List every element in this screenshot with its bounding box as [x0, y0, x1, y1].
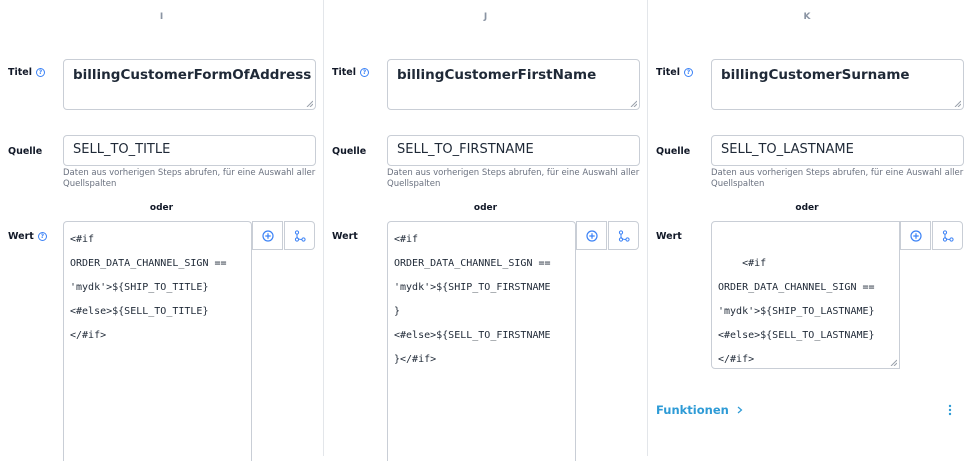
column-i: I Titel ? billingCustomerFormOfAddress Q…: [0, 0, 323, 461]
column-header: K: [803, 12, 811, 22]
source-label: Quelle: [332, 146, 367, 157]
info-circle-icon[interactable]: ?: [35, 68, 45, 77]
title-textarea[interactable]: billingCustomerFirstName: [387, 59, 640, 110]
info-circle-icon[interactable]: ?: [683, 68, 693, 77]
mapping-button[interactable]: [284, 221, 315, 250]
caret-right-icon: [737, 406, 743, 414]
source-value: SELL_TO_LASTNAME: [721, 142, 854, 157]
tree-branch-icon: [942, 229, 954, 242]
resize-handle-icon[interactable]: [306, 100, 313, 107]
plus-circle-icon: [909, 229, 922, 242]
or-divider: oder: [473, 203, 498, 213]
title-label: Titel: [656, 67, 680, 78]
title-label-row: Titel ?: [332, 67, 369, 78]
title-textarea[interactable]: billingCustomerFormOfAddress: [63, 59, 316, 110]
mapping-button[interactable]: [608, 221, 639, 250]
column-header: J: [483, 12, 488, 22]
title-value: billingCustomerFormOfAddress: [73, 67, 312, 83]
or-divider: oder: [795, 203, 819, 213]
info-circle-icon[interactable]: ?: [37, 232, 47, 241]
title-value: billingCustomerSurname: [721, 67, 910, 83]
plus-circle-icon: [585, 229, 598, 242]
resize-handle-icon[interactable]: [954, 100, 961, 107]
source-input[interactable]: SELL_TO_FIRSTNAME: [387, 135, 640, 166]
functions-toggle[interactable]: Funktionen: [656, 403, 743, 417]
tree-branch-icon: [618, 229, 630, 242]
column-j: J Titel ? billingCustomerFirstName Quell…: [324, 0, 647, 461]
title-label: Titel: [332, 67, 356, 78]
value-label-row: Wert ?: [8, 231, 47, 242]
column-k: K Titel ? billingCustomerSurname Quelle …: [648, 0, 966, 456]
mapping-button[interactable]: [932, 221, 963, 250]
source-value: SELL_TO_TITLE: [73, 142, 171, 157]
title-textarea[interactable]: billingCustomerSurname: [711, 59, 964, 110]
source-label-row: Quelle: [8, 146, 42, 157]
or-divider: oder: [149, 203, 174, 213]
source-hint: Daten aus vorherigen Steps abrufen, für …: [711, 168, 964, 189]
value-label-row: Wert: [656, 231, 682, 242]
value-code-editor[interactable]: <#if ORDER_DATA_CHANNEL_SIGN == 'mydk'>$…: [711, 221, 900, 369]
source-input[interactable]: SELL_TO_LASTNAME: [711, 135, 964, 166]
source-input[interactable]: SELL_TO_TITLE: [63, 135, 316, 166]
add-function-button[interactable]: [576, 221, 607, 250]
source-label-row: Quelle: [332, 146, 366, 157]
resize-handle-icon[interactable]: [630, 100, 637, 107]
source-value: SELL_TO_FIRSTNAME: [397, 142, 534, 157]
source-label: Quelle: [656, 146, 691, 157]
title-label-row: Titel ?: [8, 67, 45, 78]
value-code: <#if ORDER_DATA_CHANNEL_SIGN == 'mydk'>$…: [718, 258, 875, 365]
resize-handle-icon[interactable]: [890, 359, 897, 366]
source-label-row: Quelle: [656, 146, 690, 157]
plus-circle-icon: [261, 229, 274, 242]
value-label: Wert: [8, 231, 34, 242]
value-label: Wert: [332, 231, 358, 242]
kebab-menu-icon[interactable]: [948, 404, 952, 416]
source-hint: Daten aus vorherigen Steps abrufen, für …: [63, 168, 316, 189]
column-header: I: [159, 12, 164, 22]
value-code-editor[interactable]: <#if ORDER_DATA_CHANNEL_SIGN == 'mydk'>$…: [63, 221, 252, 461]
value-label: Wert: [656, 231, 682, 242]
source-hint: Daten aus vorherigen Steps abrufen, für …: [387, 168, 640, 189]
source-label: Quelle: [8, 146, 43, 157]
title-value: billingCustomerFirstName: [397, 67, 597, 83]
value-code-editor[interactable]: <#if ORDER_DATA_CHANNEL_SIGN == 'mydk'>$…: [387, 221, 576, 461]
add-function-button[interactable]: [900, 221, 931, 250]
add-function-button[interactable]: [252, 221, 283, 250]
functions-label: Funktionen: [656, 403, 729, 417]
title-label: Titel: [8, 67, 32, 78]
info-circle-icon[interactable]: ?: [359, 68, 369, 77]
value-label-row: Wert: [332, 231, 358, 242]
title-label-row: Titel ?: [656, 67, 693, 78]
tree-branch-icon: [294, 229, 306, 242]
